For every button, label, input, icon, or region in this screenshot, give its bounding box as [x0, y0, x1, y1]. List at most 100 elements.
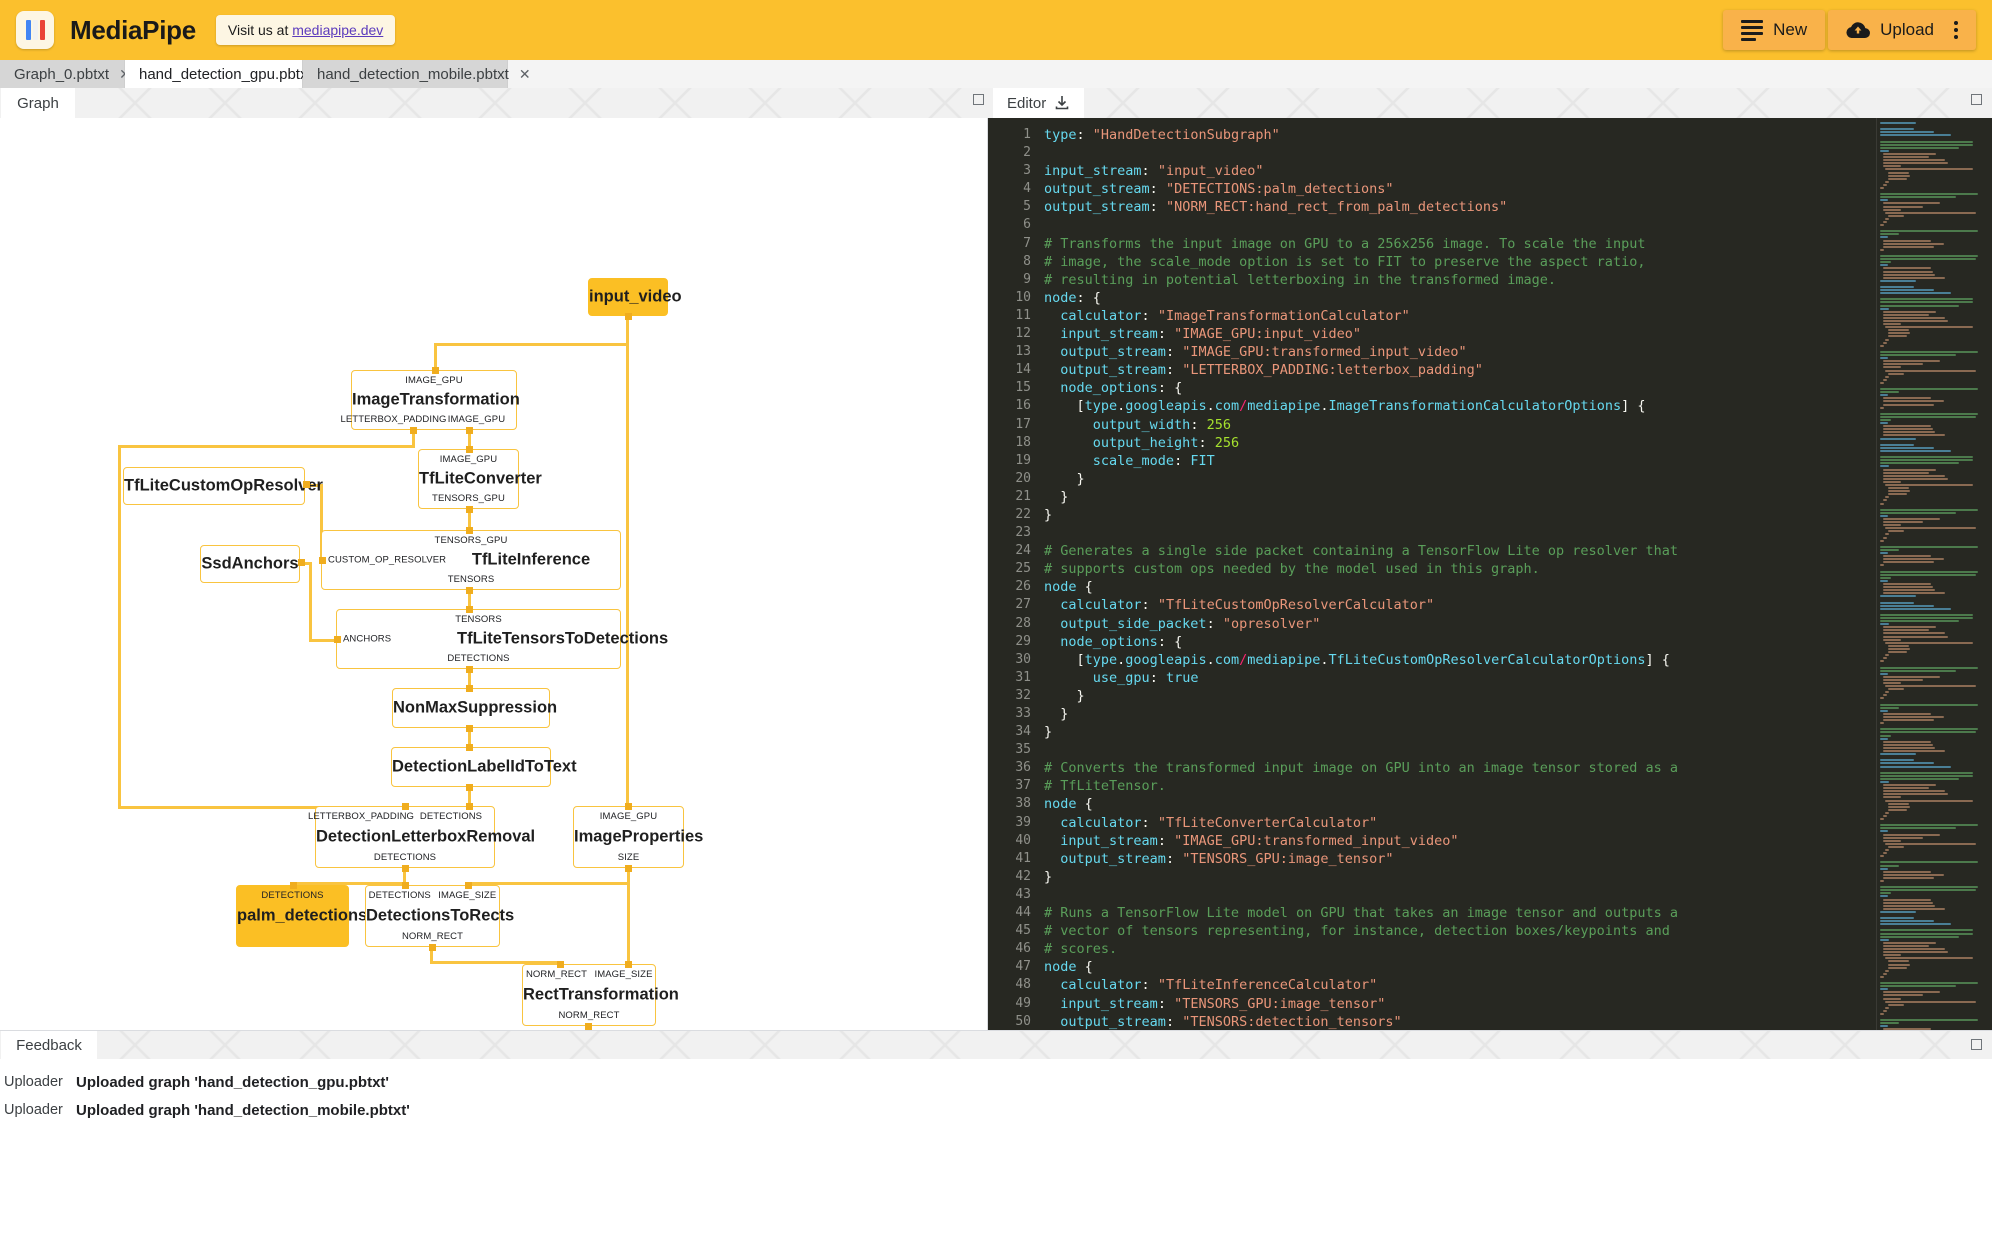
code-line[interactable]: node {: [1044, 578, 1944, 596]
minimap-line: [1882, 403, 1934, 406]
code-line[interactable]: use_gpu: true: [1044, 669, 1944, 687]
code-line[interactable]: node_options: {: [1044, 633, 1944, 651]
graph-node-palm_detections[interactable]: palm_detections DETECTIONS: [236, 885, 367, 947]
minimap-line: [1885, 654, 1890, 657]
minimap-line: [1882, 397, 1932, 400]
code-line[interactable]: # Converts the transformed input image o…: [1044, 759, 1944, 777]
code-line[interactable]: node_options: {: [1044, 379, 1944, 397]
code-line[interactable]: scale_mode: FIT: [1044, 452, 1944, 470]
code-line[interactable]: [type.googleapis.com/mediapipe.TfLiteCus…: [1044, 651, 1944, 669]
new-button[interactable]: New: [1723, 10, 1826, 50]
close-icon[interactable]: ✕: [519, 66, 531, 83]
graph-node-input_video[interactable]: input_video: [588, 278, 682, 316]
code-line[interactable]: calculator: "TfLiteCustomOpResolverCalcu…: [1044, 596, 1944, 614]
graph-port-norm_rect: NORM_RECT: [401, 931, 464, 942]
code-line[interactable]: output_width: 256: [1044, 416, 1944, 434]
code-line[interactable]: [1044, 144, 1944, 162]
code-line[interactable]: }: [1044, 868, 1944, 886]
code-line[interactable]: node {: [1044, 795, 1944, 813]
code-line[interactable]: node {: [1044, 958, 1944, 976]
graph-node-rect_transformation[interactable]: RectTransformation NORM_RECT IMAGE_SIZE NOR…: [522, 964, 679, 1026]
graph-canvas[interactable]: input_video ImageTransformation IMAGE_GPU L…: [0, 118, 988, 1030]
code-line[interactable]: [1044, 886, 1944, 904]
code-line[interactable]: type: "HandDetectionSubgraph": [1044, 126, 1944, 144]
code-line[interactable]: }: [1044, 506, 1944, 524]
graph-node-tflite_inference[interactable]: TfLiteInference TENSORS_GPU TENSORS CUSTOM_…: [321, 530, 621, 590]
download-icon[interactable]: [1054, 95, 1070, 111]
code-line[interactable]: calculator: "TfLiteConverterCalculator": [1044, 814, 1944, 832]
code-line[interactable]: output_stream: "LETTERBOX_PADDING:letter…: [1044, 361, 1944, 379]
code-line[interactable]: output_stream: "TENSORS:detection_tensor…: [1044, 1013, 1944, 1030]
file-tab-hand_detection_mobile-pbtxt[interactable]: hand_detection_mobile.pbtxt ✕: [303, 60, 531, 88]
graph-node-tflite_converter[interactable]: TfLiteConverter IMAGE_GPU TENSORS_GPU: [418, 449, 542, 509]
code-line[interactable]: [1044, 741, 1944, 759]
code-token: ImageTransformationCalculatorOptions: [1328, 398, 1622, 415]
graph-port-detections: DETECTIONS: [447, 653, 510, 664]
code-line[interactable]: node: {: [1044, 289, 1944, 307]
code-line[interactable]: output_height: 256: [1044, 434, 1944, 452]
code-line[interactable]: calculator: "ImageTransformationCalculat…: [1044, 307, 1944, 325]
graph-node-image_transformation[interactable]: ImageTransformation IMAGE_GPU LETTERBOX_PA…: [340, 370, 520, 430]
tab-feedback[interactable]: Feedback: [1, 1031, 97, 1059]
line-number: 18: [1015, 434, 1031, 450]
code-line[interactable]: # scores.: [1044, 940, 1944, 958]
code-line[interactable]: calculator: "TfLiteInferenceCalculator": [1044, 976, 1944, 994]
graph-node-detection_label_id_to_text[interactable]: DetectionLabelIdToText: [391, 747, 577, 787]
code-line[interactable]: # resulting in potential letterboxing in…: [1044, 271, 1944, 289]
graph-node-detections_to_rects[interactable]: DetectionsToRects DETECTIONS IMAGE_SIZE NOR…: [365, 885, 514, 947]
file-tab-hand_detection_gpu-pbtxt[interactable]: hand_detection_gpu.pbtxt✕: [125, 60, 333, 88]
graph-node-detection_letterbox_removal[interactable]: DetectionLetterboxRemoval LETTERBOX_PADDI…: [308, 806, 535, 868]
graph-node-image_properties[interactable]: ImageProperties IMAGE_GPU SIZE: [573, 806, 703, 868]
graph-node-ssd_anchors[interactable]: SsdAnchors: [200, 545, 300, 583]
code-line[interactable]: input_stream: "TENSORS_GPU:image_tensor": [1044, 995, 1944, 1013]
minimap-line: [1880, 304, 1959, 307]
code-line[interactable]: }: [1044, 488, 1944, 506]
code-line[interactable]: output_stream: "TENSORS_GPU:image_tensor…: [1044, 850, 1944, 868]
feedback-row: Uploader Uploaded graph 'hand_detection_g…: [0, 1069, 389, 1095]
code-line[interactable]: [1044, 216, 1944, 234]
code-line[interactable]: # image, the scale_mode option is set to…: [1044, 253, 1944, 271]
code-line[interactable]: }: [1044, 687, 1944, 705]
graph-node-tflite_custom_op_resolver[interactable]: TfLiteCustomOpResolver: [123, 467, 323, 505]
code-token: 256: [1206, 416, 1231, 433]
code-line[interactable]: # vector of tensors representing, for in…: [1044, 922, 1944, 940]
feedback-maximize-button[interactable]: [1971, 1039, 1982, 1050]
code-line[interactable]: # Runs a TensorFlow Lite model on GPU th…: [1044, 904, 1944, 922]
code-content[interactable]: type: "HandDetectionSubgraph" input_stre…: [1044, 118, 1944, 1030]
minimap-line: [1882, 657, 1887, 660]
code-line[interactable]: input_stream: "input_video": [1044, 162, 1944, 180]
code-line[interactable]: output_stream: "IMAGE_GPU:transformed_in…: [1044, 343, 1944, 361]
graph-port-dot: [466, 725, 473, 732]
code-line[interactable]: # TfLiteTensor.: [1044, 777, 1944, 795]
code-line[interactable]: input_stream: "IMAGE_GPU:input_video": [1044, 325, 1944, 343]
line-number: 8: [1023, 253, 1031, 269]
editor-maximize-button[interactable]: [1971, 94, 1982, 105]
code-line[interactable]: }: [1044, 705, 1944, 723]
code-line[interactable]: # Transforms the input image on GPU to a…: [1044, 235, 1944, 253]
graph-maximize-button[interactable]: [973, 94, 984, 105]
code-line[interactable]: output_stream: "DETECTIONS:palm_detectio…: [1044, 180, 1944, 198]
minimap-line: [1880, 193, 1978, 196]
file-tab-Graph_0-pbtxt[interactable]: Graph_0.pbtxt✕: [0, 60, 131, 88]
more-options-icon[interactable]: [1954, 21, 1958, 39]
code-line[interactable]: }: [1044, 723, 1944, 741]
code-line[interactable]: # Generates a single side packet contain…: [1044, 542, 1944, 560]
code-line[interactable]: input_stream: "IMAGE_GPU:transformed_inp…: [1044, 832, 1944, 850]
code-line[interactable]: }: [1044, 470, 1944, 488]
code-line[interactable]: output_stream: "NORM_RECT:hand_rect_from…: [1044, 198, 1944, 216]
code-line[interactable]: # supports custom ops needed by the mode…: [1044, 560, 1944, 578]
upload-button[interactable]: Upload: [1828, 10, 1976, 50]
code-token: input_stream: [1060, 995, 1158, 1012]
code-editor[interactable]: 1 2 3 4 5 6 7 8 9 10 11 12 13 14 15 16 17 18 19 20 21 22 23 24 2…: [988, 118, 1992, 1030]
mediapipe-dev-link[interactable]: mediapipe.dev: [292, 22, 383, 38]
minimap-line: [1882, 951, 1948, 954]
code-line[interactable]: output_side_packet: "opresolver": [1044, 615, 1944, 633]
graph-node-tflite_tensors_to_detections[interactable]: TfLiteTensorsToDetections TENSORS DETECTIO…: [336, 609, 668, 669]
code-line[interactable]: [1044, 524, 1944, 542]
tab-graph[interactable]: Graph: [1, 88, 75, 118]
code-line[interactable]: [type.googleapis.com/mediapipe.ImageTran…: [1044, 397, 1944, 415]
code-minimap[interactable]: [1876, 118, 1992, 1030]
tab-editor[interactable]: Editor: [993, 88, 1085, 118]
graph-node-non_max_suppression[interactable]: NonMaxSuppression: [392, 688, 557, 728]
code-token: "IMAGE_GPU:input_video": [1174, 326, 1362, 343]
